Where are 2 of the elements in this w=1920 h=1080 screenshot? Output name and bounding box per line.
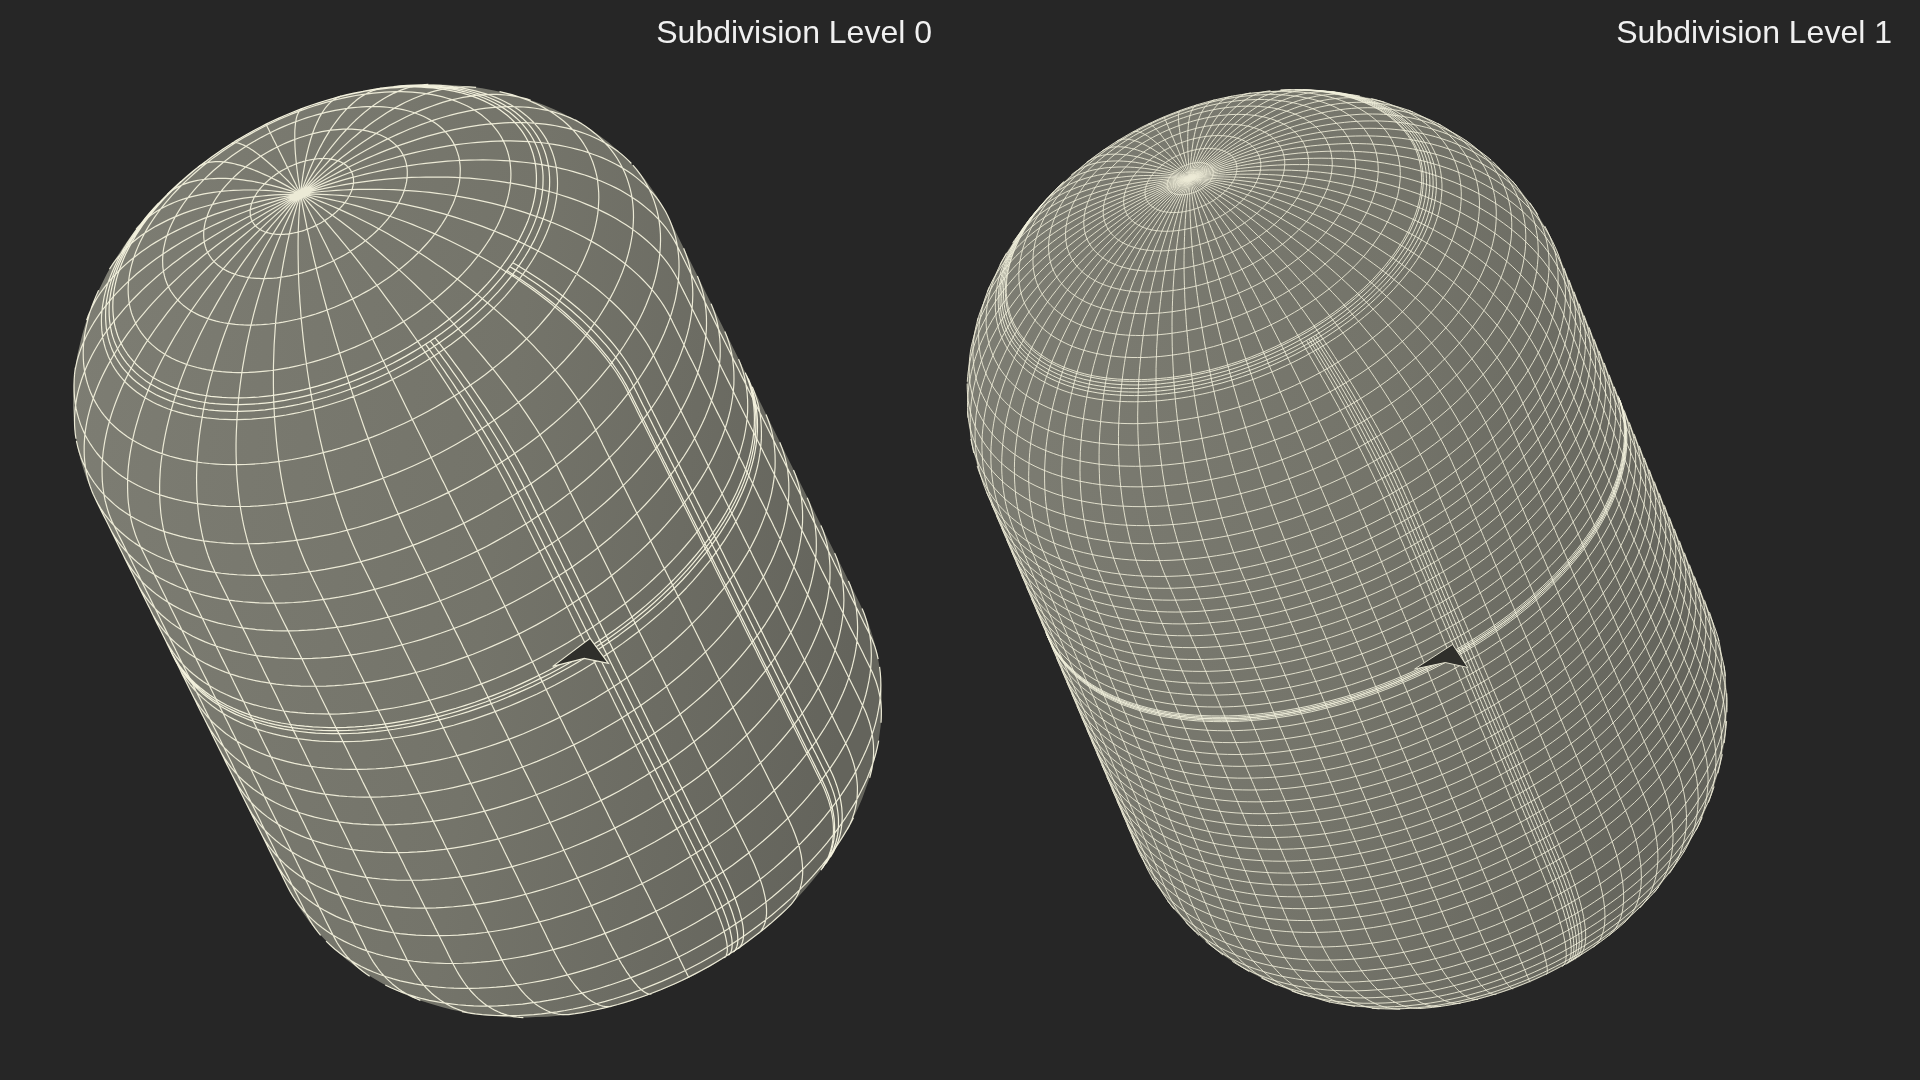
- view-label: Subdivision Level 0: [656, 14, 932, 50]
- view-label: Subdivision Level 1: [1616, 14, 1892, 50]
